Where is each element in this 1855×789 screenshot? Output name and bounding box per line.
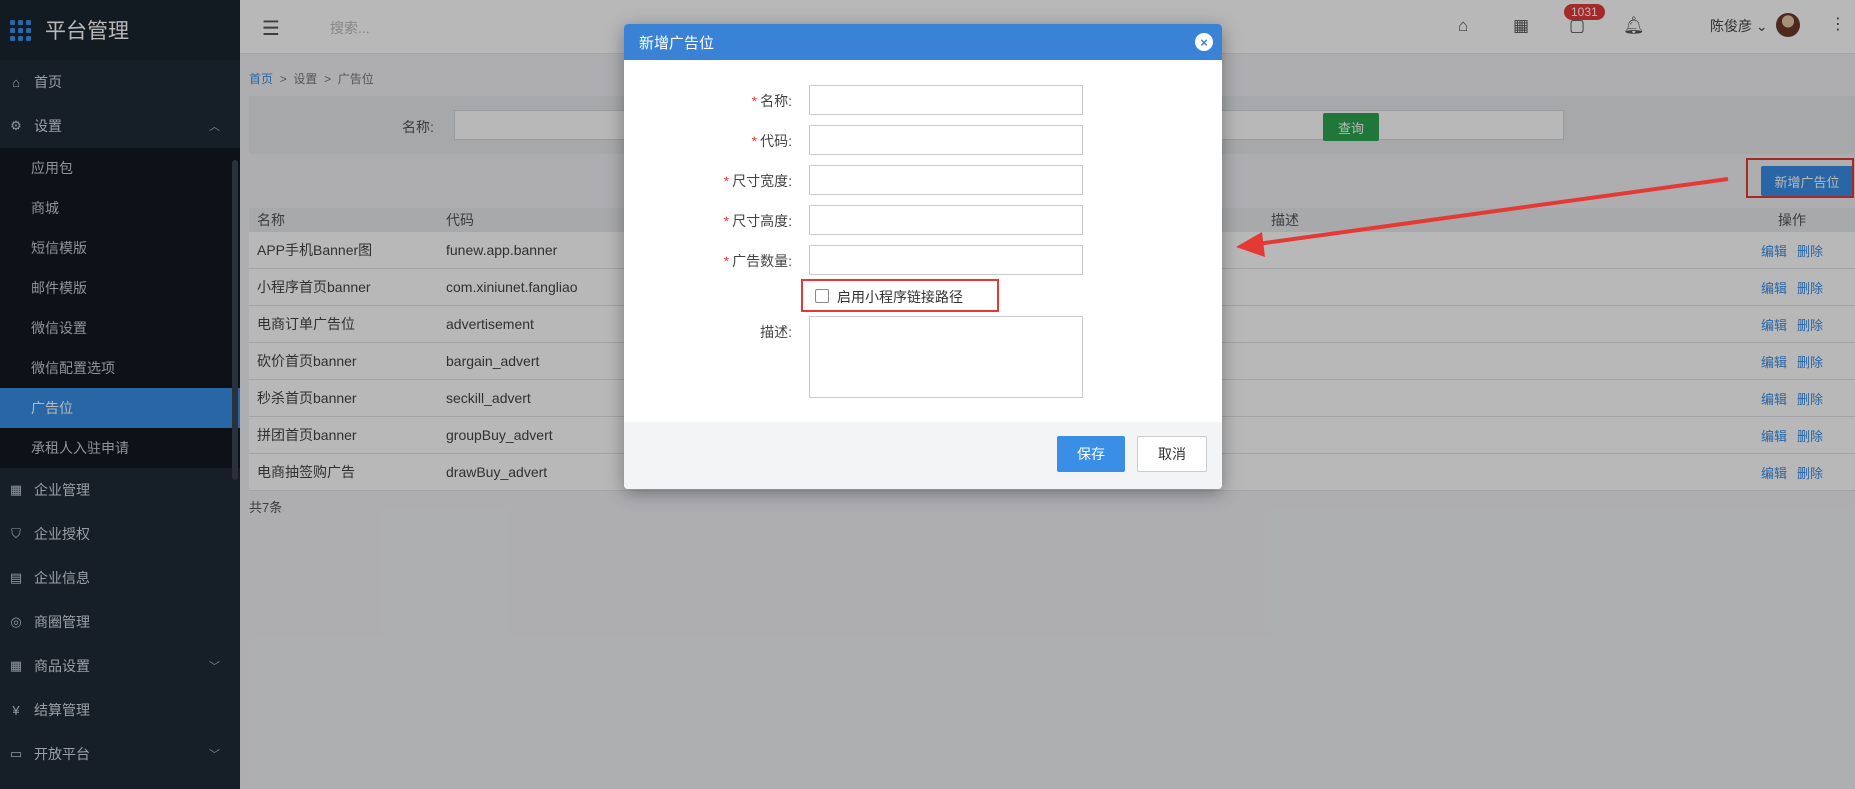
cancel-button[interactable]: 取消 (1137, 436, 1207, 472)
new-ad-slot-dialog: 新增广告位 × * 名称: * 代码: * 尺寸宽度: * 尺寸高度: * 广告数量: 启… (624, 24, 1222, 489)
dialog-footer: 保存 取消 (624, 422, 1222, 489)
dialog-header: 新增广告位 × (624, 24, 1222, 60)
field-label: * 尺寸高度: (724, 211, 792, 231)
checkbox-label: 启用小程序链接路径 (837, 289, 963, 305)
field-label-text: 代码: (760, 133, 792, 149)
save-button[interactable]: 保存 (1057, 436, 1125, 472)
width-field[interactable] (809, 165, 1083, 195)
field-label-text: 广告数量: (732, 253, 792, 269)
field-label: * 名称: (752, 91, 792, 111)
height-field[interactable] (809, 205, 1083, 235)
form-row-width: * 尺寸宽度: (624, 165, 1222, 195)
field-label: 描述: (760, 324, 792, 340)
description-textarea[interactable] (809, 316, 1083, 398)
field-label-text: 尺寸宽度: (732, 173, 792, 189)
form-row-ad-count: * 广告数量: (624, 245, 1222, 275)
required-mark: * (751, 93, 758, 109)
code-field[interactable] (809, 125, 1083, 155)
form-row-name: * 名称: (624, 85, 1222, 115)
dialog-title: 新增广告位 (639, 34, 715, 52)
name-field[interactable] (809, 85, 1083, 115)
form-row-height: * 尺寸高度: (624, 205, 1222, 235)
form-row-code: * 代码: (624, 125, 1222, 155)
field-label-text: 名称: (760, 93, 792, 109)
required-mark: * (723, 213, 730, 229)
close-icon[interactable]: × (1195, 33, 1213, 51)
field-label: * 尺寸宽度: (724, 171, 792, 191)
miniprogram-path-checkbox[interactable] (815, 289, 829, 303)
required-mark: * (723, 173, 730, 189)
field-label: * 代码: (752, 131, 792, 151)
field-label: * 广告数量: (724, 251, 792, 271)
field-label-text: 尺寸高度: (732, 213, 792, 229)
required-mark: * (751, 133, 758, 149)
ad-count-field[interactable] (809, 245, 1083, 275)
miniprogram-path-option: 启用小程序链接路径 (801, 279, 999, 312)
required-mark: * (723, 253, 730, 269)
